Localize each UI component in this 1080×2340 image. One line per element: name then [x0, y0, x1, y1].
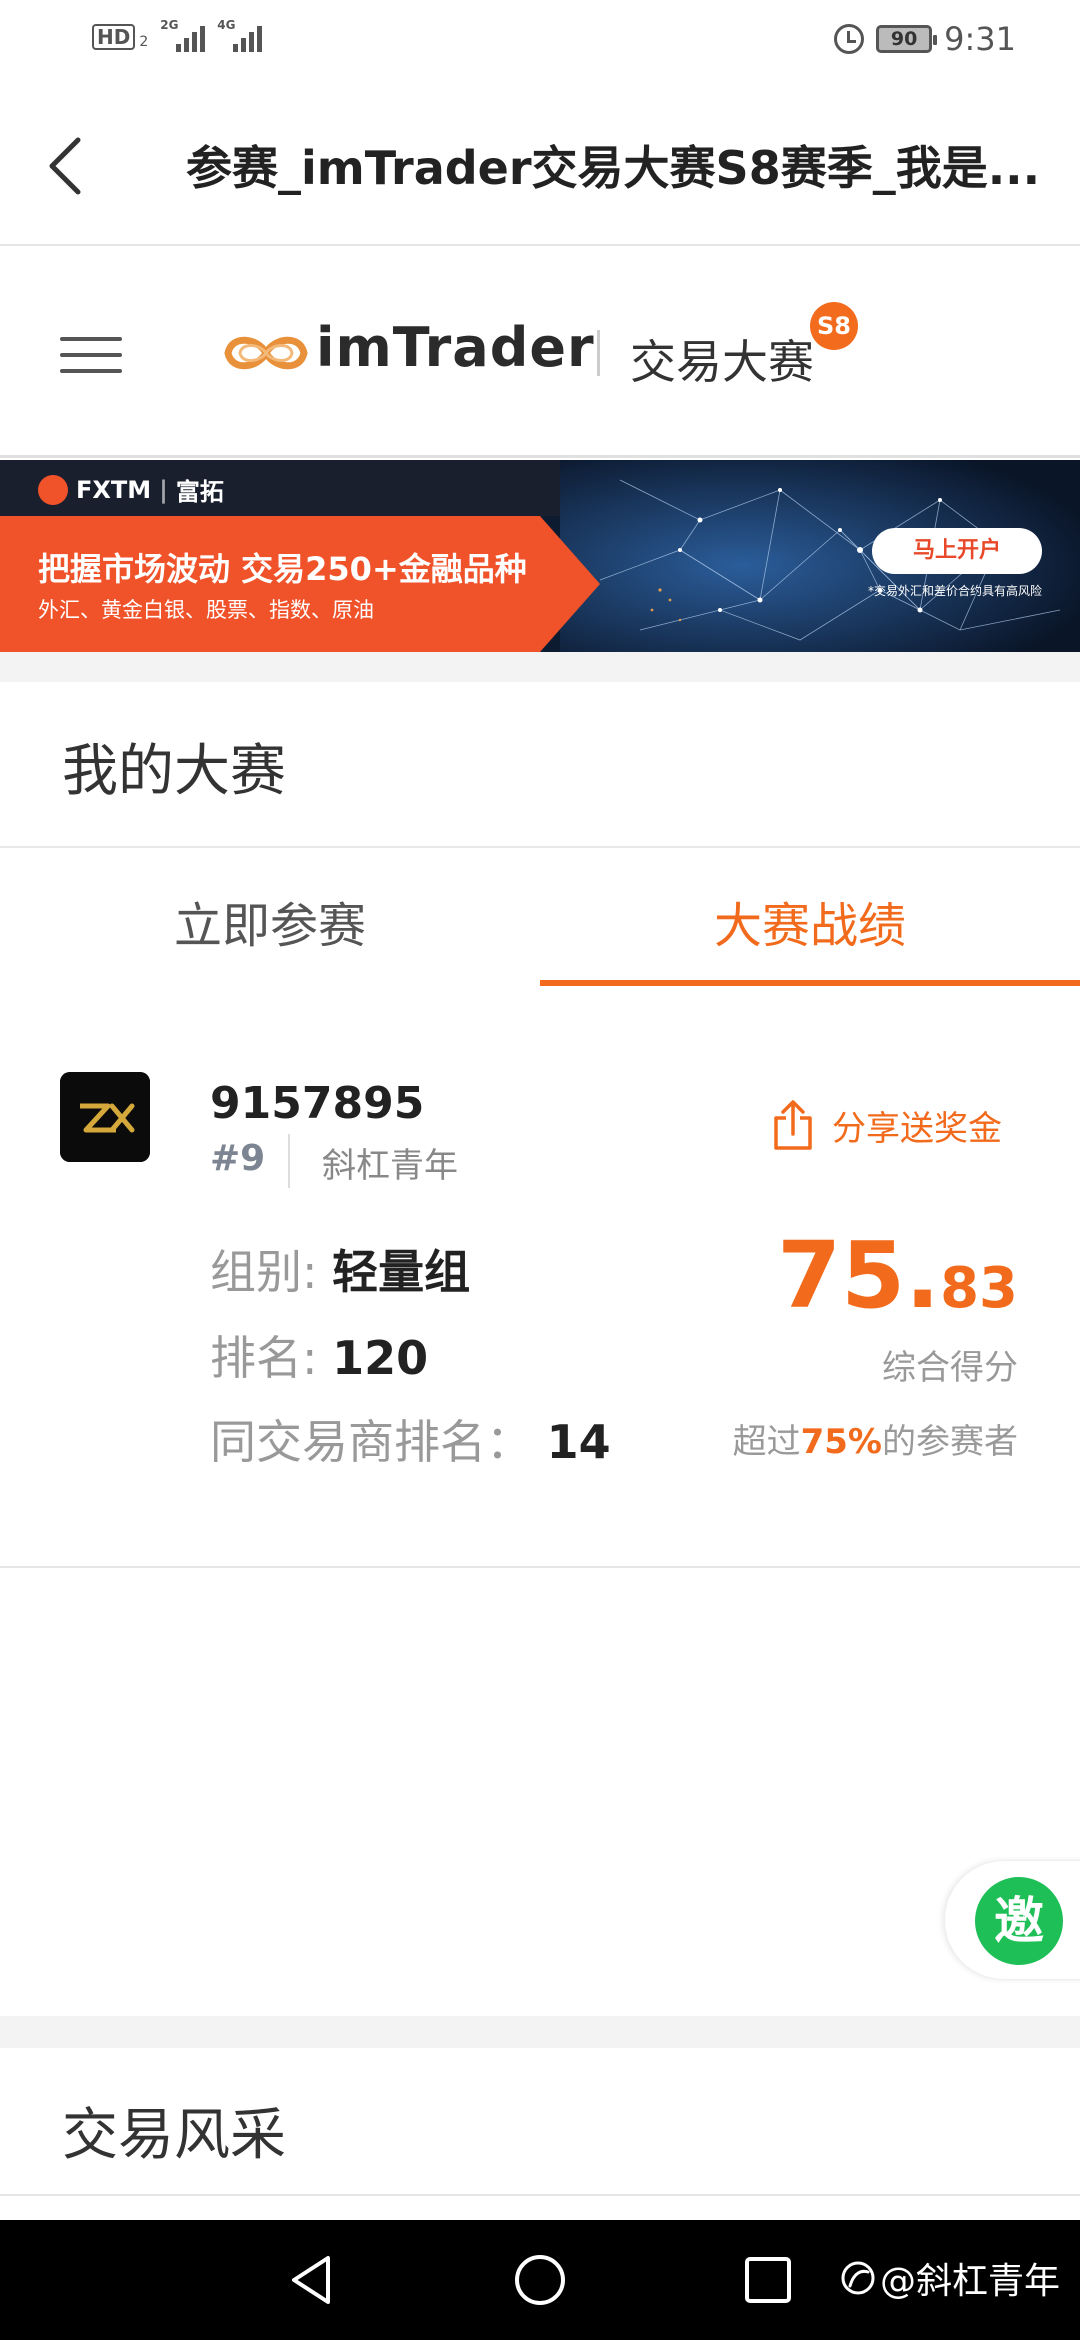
section-gap [0, 2016, 1080, 2048]
rank-row: 排名: 120 [210, 1322, 428, 1388]
status-right: 90 9:31 [834, 20, 1016, 58]
broker-logo-icon [60, 1072, 150, 1162]
ad-brand-cn: 富拓 [175, 478, 224, 506]
rank-label: 排名: [210, 1331, 318, 1385]
meta-divider [288, 1134, 290, 1188]
logo-subtitle: 交易大赛 [630, 335, 814, 389]
ad-headline: 把握市场波动 交易250+金融品种 [38, 550, 527, 588]
signal-4g-icon: 4G [217, 18, 263, 52]
page-title: 参赛_imTrader交易大赛S8赛季_我是... [186, 141, 1041, 195]
tab-contest-results[interactable]: 大赛战绩 [540, 886, 1080, 956]
logo-text: imTrader [316, 316, 595, 379]
rank-value: 120 [332, 1331, 429, 1385]
ad-subline: 外汇、黄金白银、股票、指数、原油 [38, 598, 374, 622]
share-button[interactable]: 分享送奖金 [770, 1098, 1002, 1152]
broker-rank-row: 同交易商排名： 14 [210, 1406, 611, 1472]
battery-icon: 90 [876, 25, 938, 53]
broker-rank-value: 14 [546, 1415, 611, 1469]
signal-2g-label: 2G [160, 18, 179, 32]
section-gap [0, 652, 1080, 682]
share-label: 分享送奖金 [832, 1108, 1002, 1149]
percentile-value: 75% [800, 1422, 882, 1462]
broker-rank-label: 同交易商排名： [210, 1415, 532, 1469]
overall-score: 75.83 [777, 1222, 1018, 1329]
ad-brand: FXTM | 富拓 [38, 472, 224, 507]
hd-sub-label: 2 [139, 34, 149, 50]
watermark: @斜杠青年 [840, 2252, 1060, 2304]
back-arrow-icon[interactable] [44, 136, 88, 196]
group-label: 组别: [210, 1245, 318, 1299]
tab-join-now[interactable]: 立即参赛 [0, 886, 540, 956]
ad-risk-note: *交易外汇和差价合约具有高风险 [868, 584, 1043, 598]
score-label: 综合得分 [882, 1348, 1018, 1388]
nav-back-icon[interactable] [282, 2250, 342, 2310]
site-header: imTrader 交易大赛 S8 [0, 248, 1080, 458]
hd-voice-icon: HD [92, 24, 136, 50]
title-bar: 参赛_imTrader交易大赛S8赛季_我是... [0, 84, 1080, 246]
score-decimal: 83 [940, 1256, 1018, 1321]
ad-open-account-button[interactable]: 马上开户 [872, 528, 1042, 574]
signal-2g-icon: 2G [160, 18, 206, 52]
fxtm-logo-icon [38, 474, 68, 505]
account-id: 9157895 [210, 1078, 425, 1129]
trade-style-section: 交易风采 [0, 2048, 1080, 2196]
ad-brand-name: FXTM [76, 475, 152, 504]
weibo-logo-icon [841, 2261, 875, 2295]
active-tab-indicator [540, 980, 1080, 986]
network-indicators: HD 2 2G 4G [92, 18, 263, 52]
infinity-logo-icon [224, 336, 308, 370]
rank-tag: #9 [210, 1138, 266, 1179]
score-integer: 75. [777, 1222, 941, 1329]
menu-icon[interactable] [60, 337, 122, 373]
my-contest-title: 我的大赛 [62, 739, 286, 804]
watermark-text: @斜杠青年 [880, 2261, 1061, 2302]
share-icon [774, 1100, 812, 1150]
invite-floating-button[interactable]: 邀 [944, 1860, 1080, 1980]
percentile-prefix: 超过 [732, 1422, 801, 1462]
contest-tabs: 立即参赛 大赛战绩 [0, 846, 1080, 986]
percentile-text: 超过75%的参赛者 [733, 1414, 1018, 1463]
percentile-suffix: 的参赛者 [882, 1422, 1018, 1462]
clock: 9:31 [944, 20, 1016, 58]
ad-banner[interactable]: FXTM | 富拓 把握市场波动 交易250+金融品种 外汇、黄金白银、股票、指… [0, 460, 1080, 652]
nickname: 斜杠青年 [322, 1146, 458, 1186]
logo-divider [597, 330, 600, 376]
group-row: 组别: 轻量组 [210, 1236, 470, 1302]
system-nav-bar: @斜杠青年 [0, 2220, 1080, 2340]
status-bar: HD 2 2G 4G 90 9:31 [0, 0, 1080, 84]
invite-label: 邀 [975, 1877, 1063, 1965]
nav-recents-icon[interactable] [738, 2250, 798, 2310]
divider [0, 1566, 1080, 1568]
signal-4g-label: 4G [217, 18, 236, 32]
nav-home-icon[interactable] [510, 2250, 570, 2310]
group-value: 轻量组 [332, 1245, 471, 1299]
broker-avatar [60, 1072, 150, 1162]
trade-style-title: 交易风采 [62, 2103, 286, 2168]
season-badge: S8 [810, 302, 858, 350]
alarm-icon [834, 24, 865, 54]
